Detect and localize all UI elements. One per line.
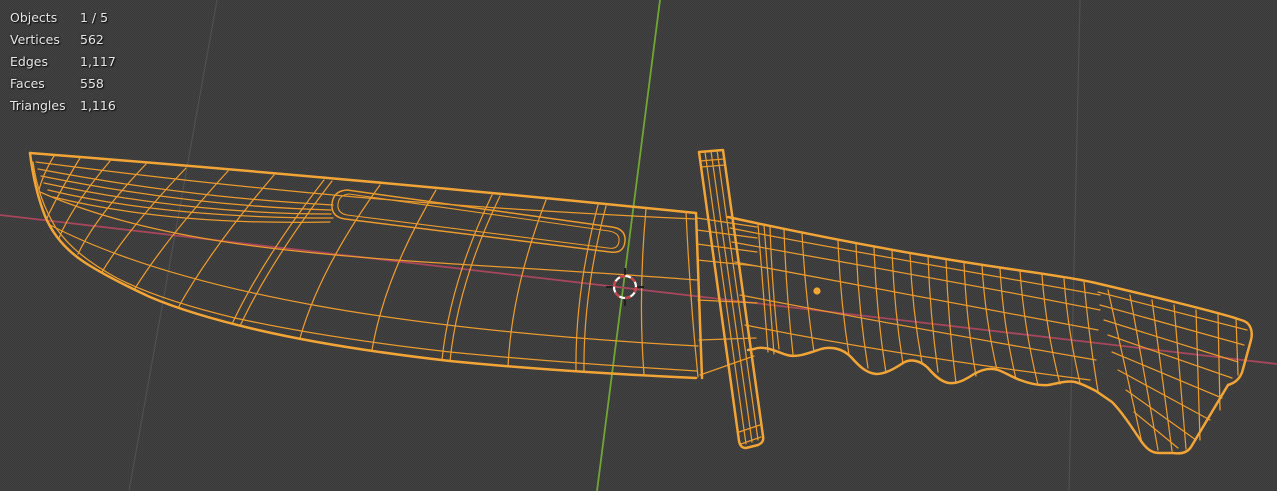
stat-row-faces: Faces 558 [10, 73, 116, 95]
stat-label: Objects [10, 10, 58, 25]
scene-statistics-overlay: Objects 1 / 5 Vertices 562 Edges 1,117 F… [10, 7, 116, 117]
stat-label: Faces [10, 76, 45, 91]
viewport-canvas[interactable] [0, 0, 1277, 491]
blender-3d-viewport[interactable]: Objects 1 / 5 Vertices 562 Edges 1,117 F… [0, 0, 1277, 491]
stat-value: 1 / 5 [80, 10, 109, 25]
stat-label: Triangles [10, 98, 66, 113]
stat-row-objects: Objects 1 / 5 [10, 7, 116, 29]
stat-value: 1,117 [80, 54, 116, 69]
stat-row-vertices: Vertices 562 [10, 29, 116, 51]
stat-label: Edges [10, 54, 48, 69]
stat-value: 562 [80, 32, 104, 47]
stat-row-triangles: Triangles 1,116 [10, 95, 116, 117]
stat-value: 558 [80, 76, 104, 91]
viewport-background [0, 0, 1277, 491]
stat-row-edges: Edges 1,117 [10, 51, 116, 73]
object-origin-point [813, 287, 821, 295]
stat-value: 1,116 [80, 98, 116, 113]
stat-label: Vertices [10, 32, 60, 47]
